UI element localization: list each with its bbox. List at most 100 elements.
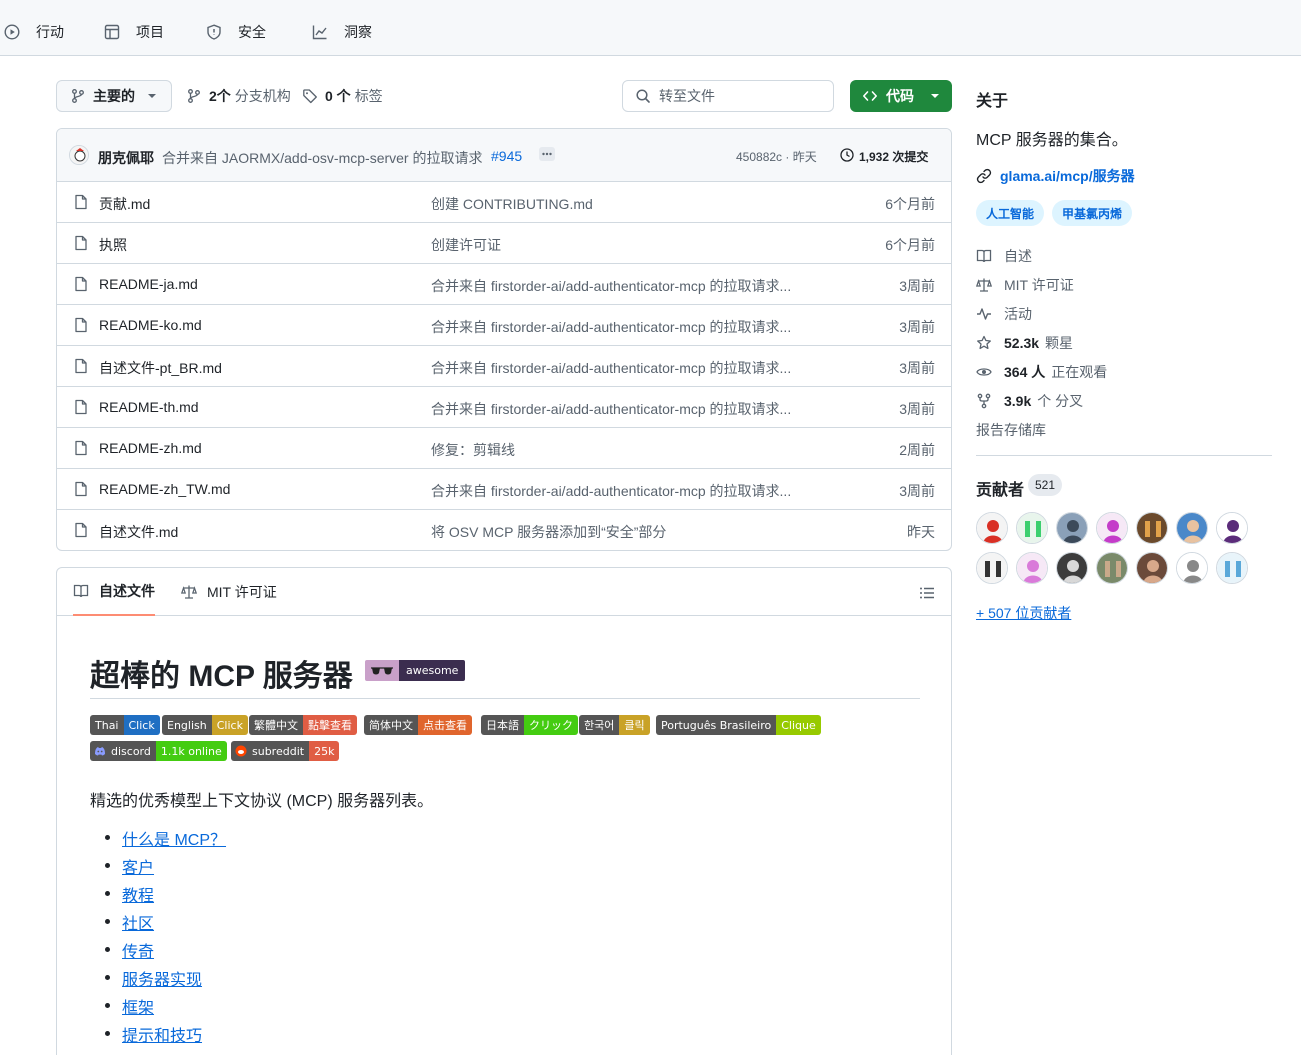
file-commit-message[interactable]: 将 OSV MCP 服务器添加到“安全”部分 bbox=[431, 522, 666, 542]
file-commit-message[interactable]: 修复：剪辑线 bbox=[431, 440, 515, 460]
contributor-avatar[interactable] bbox=[1136, 552, 1168, 584]
avatar[interactable] bbox=[69, 145, 89, 165]
contributor-avatar[interactable] bbox=[1056, 512, 1088, 544]
awesome-badge[interactable]: awesome bbox=[365, 660, 466, 681]
commit-message[interactable]: 合并来自 JAORMX/add-osv-mcp-server 的拉取请求 bbox=[162, 148, 482, 168]
code-button[interactable]: 代码 bbox=[850, 80, 952, 112]
readme-link[interactable]: 自述 bbox=[976, 245, 1032, 267]
contributor-avatar[interactable] bbox=[1216, 512, 1248, 544]
contributor-avatar[interactable] bbox=[1096, 512, 1128, 544]
fork-icon bbox=[976, 393, 1004, 409]
license-link[interactable]: MIT 许可证 bbox=[976, 274, 1074, 296]
contributor-avatar[interactable] bbox=[976, 552, 1008, 584]
activity-link[interactable]: 活动 bbox=[976, 303, 1032, 325]
file-commit-message[interactable]: 合并来自 firstorder-ai/add-authenticator-mcp… bbox=[431, 399, 791, 419]
activity-link-label: 活动 bbox=[1004, 306, 1032, 322]
file-name[interactable]: 自述文件.md bbox=[99, 522, 178, 542]
language-badge-label: 繁體中文 bbox=[249, 715, 303, 735]
toc-link[interactable]: 服务器实现 bbox=[122, 966, 202, 990]
file-name[interactable]: 自述文件-pt_BR.md bbox=[99, 358, 222, 378]
report-repository-link[interactable]: 报告存储库 bbox=[976, 419, 1046, 441]
language-badge-value: 点击查看 bbox=[418, 715, 472, 735]
ellipsis-icon[interactable] bbox=[539, 147, 555, 161]
file-name[interactable]: 贡献.md bbox=[99, 194, 150, 214]
contributors-heading[interactable]: 贡献者 bbox=[976, 476, 1024, 500]
contributor-avatar[interactable] bbox=[1016, 512, 1048, 544]
community-badge[interactable]: discord 1.1k online bbox=[90, 741, 227, 761]
tab-license[interactable]: MIT 许可证 bbox=[181, 568, 277, 616]
forks-link[interactable]: 3.9k 个 分叉 bbox=[976, 390, 1083, 412]
contributor-avatar[interactable] bbox=[1056, 552, 1088, 584]
file-name[interactable]: README-zh_TW.md bbox=[99, 481, 230, 497]
topic-ai[interactable]: 人工智能 bbox=[976, 200, 1045, 226]
language-badge[interactable]: 한국어 클릭 bbox=[579, 715, 650, 735]
toc-link[interactable]: 框架 bbox=[122, 994, 154, 1018]
commit-pr-link[interactable]: #945 bbox=[491, 148, 522, 164]
toc-link[interactable]: 什么是 MCP？ bbox=[122, 826, 226, 850]
tab-readme[interactable]: 自述文件 bbox=[73, 568, 155, 616]
tab-projects[interactable]: 项目 bbox=[104, 18, 164, 46]
language-badge[interactable]: 繁體中文 點擊查看 bbox=[249, 715, 357, 735]
table-row: 执照 创建许可证 6个月前 bbox=[57, 223, 951, 264]
branches-label: 分支机构 bbox=[234, 88, 291, 104]
stars-count: 52.3k bbox=[1004, 335, 1040, 351]
language-badge[interactable]: English Click bbox=[162, 715, 248, 735]
language-badge[interactable]: 日本語 クリック bbox=[481, 715, 578, 735]
topic-mcp[interactable]: 甲基氯丙烯 bbox=[1052, 200, 1133, 226]
branch-icon bbox=[186, 88, 202, 104]
toc-link[interactable]: 客户 bbox=[122, 854, 154, 878]
tab-security[interactable]: 安全 bbox=[206, 18, 266, 46]
homepage-link[interactable]: glama.ai/mcp/服务器 bbox=[976, 166, 1135, 186]
file-name[interactable]: README-th.md bbox=[99, 399, 199, 415]
contributor-avatar[interactable] bbox=[1176, 512, 1208, 544]
watchers-count: 364 人 bbox=[1004, 364, 1046, 380]
commits-count[interactable]: 1,932 次提交 bbox=[859, 148, 928, 165]
more-contributors-link[interactable]: + 507 位贡献者 bbox=[976, 603, 1071, 623]
title-divider bbox=[90, 698, 920, 699]
contributor-avatar[interactable] bbox=[1136, 512, 1168, 544]
tags-link[interactable]: 0 个 标签 bbox=[302, 80, 383, 112]
chevron-down-icon bbox=[147, 93, 157, 99]
file-name[interactable]: 执照 bbox=[99, 235, 127, 255]
branch-name: 主要的 bbox=[93, 88, 135, 104]
branches-link[interactable]: 2个 分支机构 bbox=[186, 80, 291, 112]
contributor-avatar[interactable] bbox=[1096, 552, 1128, 584]
file-commit-message[interactable]: 合并来自 firstorder-ai/add-authenticator-mcp… bbox=[431, 358, 791, 378]
language-badge[interactable]: 简体中文 点击查看 bbox=[364, 715, 472, 735]
contributor-avatar[interactable] bbox=[1216, 552, 1248, 584]
file-commit-age: 3周前 bbox=[899, 483, 935, 499]
contributor-avatar[interactable] bbox=[1016, 552, 1048, 584]
stars-link[interactable]: 52.3k 颗星 bbox=[976, 332, 1073, 354]
watchers-link[interactable]: 364 人 正在观看 bbox=[976, 361, 1107, 383]
toc-link[interactable]: 教程 bbox=[122, 882, 154, 906]
file-commit-message[interactable]: 创建许可证 bbox=[431, 235, 501, 255]
toc-link[interactable]: 提示和技巧 bbox=[122, 1022, 202, 1046]
file-commit-message[interactable]: 合并来自 firstorder-ai/add-authenticator-mcp… bbox=[431, 481, 791, 501]
language-badge[interactable]: Thai Click bbox=[90, 715, 160, 735]
commit-author[interactable]: 朋克佩耶 bbox=[98, 148, 154, 168]
contributor-avatar[interactable] bbox=[1176, 552, 1208, 584]
file-commit-message[interactable]: 创建 CONTRIBUTING.md bbox=[431, 194, 593, 214]
file-name[interactable]: README-ko.md bbox=[99, 317, 202, 333]
file-commit-message[interactable]: 合并来自 firstorder-ai/add-authenticator-mcp… bbox=[431, 317, 791, 337]
go-to-file-input[interactable]: 转至文件 bbox=[622, 80, 834, 112]
community-badge[interactable]: subreddit 25k bbox=[231, 741, 340, 761]
latest-commit-bar: 朋克佩耶 合并来自 JAORMX/add-osv-mcp-server 的拉取请… bbox=[57, 129, 951, 182]
contributor-avatar[interactable] bbox=[976, 512, 1008, 544]
commit-hash-time[interactable]: 450882c · 昨天 bbox=[736, 148, 817, 165]
community-badge-value: 1.1k online bbox=[155, 741, 227, 761]
toc-link[interactable]: 传奇 bbox=[122, 938, 154, 962]
file-table: 朋克佩耶 合并来自 JAORMX/add-osv-mcp-server 的拉取请… bbox=[56, 128, 952, 551]
about-heading: 关于 bbox=[976, 93, 1009, 110]
about-description: MCP 服务器的集合。 bbox=[976, 132, 1128, 149]
file-name[interactable]: README-ja.md bbox=[99, 276, 198, 292]
tab-insights[interactable]: 洞察 bbox=[312, 18, 372, 46]
language-badge[interactable]: Português Brasileiro Clique bbox=[656, 715, 821, 735]
branch-selector[interactable]: 主要的 bbox=[56, 80, 172, 112]
book-icon bbox=[976, 248, 1004, 264]
outline-list-icon[interactable] bbox=[919, 585, 935, 601]
toc-link[interactable]: 社区 bbox=[122, 910, 154, 934]
file-name[interactable]: README-zh.md bbox=[99, 440, 202, 456]
tab-actions[interactable]: 行动 bbox=[4, 18, 64, 46]
file-commit-message[interactable]: 合并来自 firstorder-ai/add-authenticator-mcp… bbox=[431, 276, 791, 296]
